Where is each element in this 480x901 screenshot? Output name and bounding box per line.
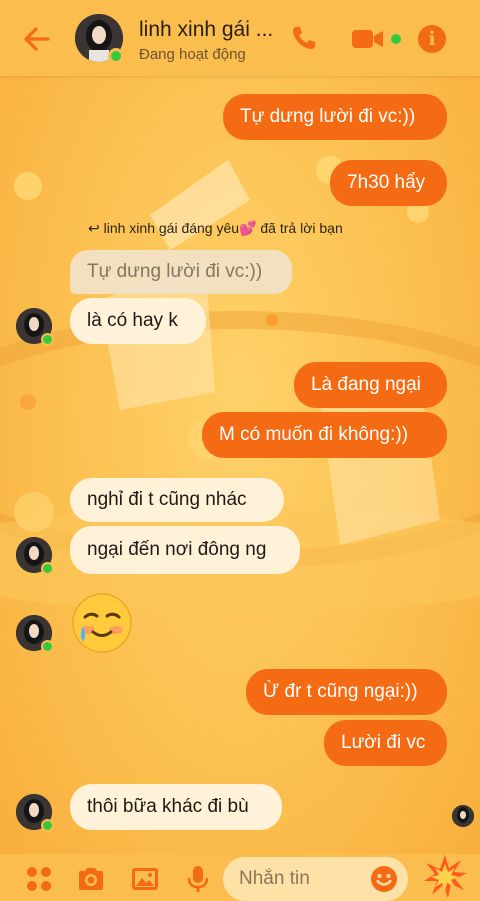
message-outgoing[interactable]: 7h30 hẩy — [330, 160, 447, 206]
back-arrow-icon[interactable] — [20, 22, 54, 56]
reply-author: linh xinh gái đáng yêu — [103, 220, 240, 236]
reaction-send-icon[interactable] — [422, 854, 468, 900]
online-indicator — [41, 562, 54, 575]
emoji-icon[interactable] — [369, 864, 399, 894]
reply-indicator: ↩ linh xinh gái đáng yêu💕 đã trả lời bạn — [88, 220, 343, 237]
quoted-message[interactable]: Tự dưng lười đi vc:)) — [70, 250, 292, 294]
message-outgoing[interactable]: Lười đi vc — [324, 720, 447, 766]
gallery-icon[interactable] — [130, 864, 160, 894]
online-indicator — [41, 333, 54, 346]
contact-name[interactable]: linh xinh gái ... — [139, 18, 273, 42]
message-incoming[interactable]: nghỉ đi t cũng nhác — [70, 478, 284, 522]
reply-arrow-icon: ↩ — [88, 220, 100, 236]
message-outgoing[interactable]: Tự dưng lười đi vc:)) — [223, 94, 447, 140]
contact-status: Đang hoạt động — [139, 46, 246, 63]
message-incoming[interactable]: thôi bữa khác đi bù — [70, 784, 282, 830]
apps-icon[interactable] — [24, 864, 54, 894]
online-indicator — [41, 819, 54, 832]
message-outgoing[interactable]: M có muốn đi không:)) — [202, 412, 447, 458]
seen-avatar — [452, 805, 474, 827]
info-icon[interactable]: i — [418, 25, 446, 53]
message-outgoing[interactable]: Là đang ngại — [294, 362, 447, 408]
microphone-icon[interactable] — [183, 864, 213, 894]
online-indicator — [41, 640, 54, 653]
video-online-dot — [391, 34, 401, 44]
chat-header: linh xinh gái ... Đang hoạt động i — [0, 0, 480, 76]
heart-icon: 💕 — [239, 220, 257, 236]
composer-bar — [0, 854, 480, 901]
message-input[interactable] — [239, 866, 369, 892]
reply-suffix: đã trả lời bạn — [260, 220, 343, 236]
message-outgoing[interactable]: Ừ đr t cũng ngại:)) — [246, 669, 447, 715]
message-incoming[interactable]: là có hay k — [70, 298, 206, 344]
message-incoming[interactable]: ngại đến nơi đông ng — [70, 526, 300, 574]
online-indicator — [108, 48, 124, 64]
camera-icon[interactable] — [76, 864, 106, 894]
message-input-container[interactable] — [223, 857, 408, 901]
phone-icon[interactable] — [289, 23, 319, 53]
video-camera-icon[interactable] — [351, 27, 385, 51]
crying-smile-emoji[interactable] — [71, 592, 133, 654]
